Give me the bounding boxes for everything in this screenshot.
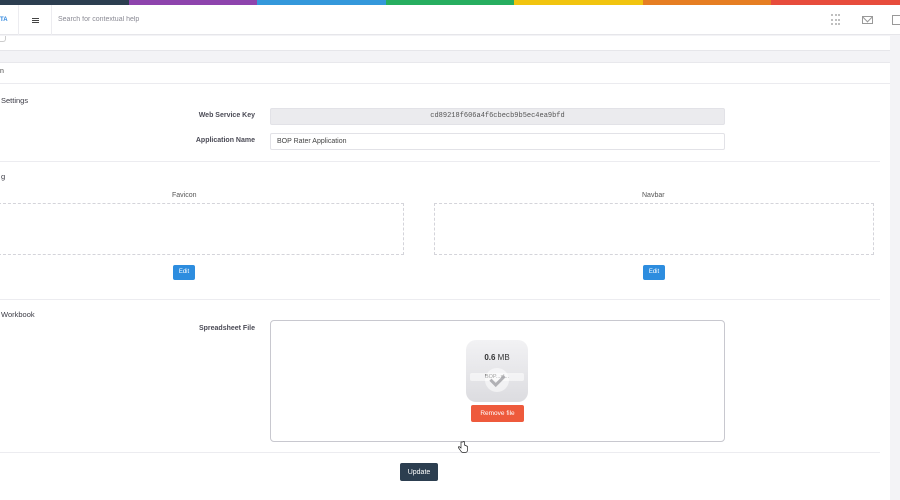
- edit-favicon-button[interactable]: Edit: [173, 265, 195, 280]
- file-preview: 0.6 MB BOP...xl...: [466, 340, 528, 402]
- file-size: 0.6 MB: [466, 353, 528, 362]
- brand-logo[interactable]: TA: [0, 5, 18, 35]
- menu-icon: [31, 19, 39, 21]
- apps-grid-icon[interactable]: [831, 14, 843, 26]
- divider: [0, 83, 890, 84]
- logout-icon[interactable]: [892, 15, 900, 25]
- web-service-key-field[interactable]: cd89218f606a4f6cbecb9b5ec4ea9bfd: [270, 108, 725, 125]
- hand-cursor-icon: [458, 441, 468, 453]
- edit-navbar-button[interactable]: Edit: [643, 265, 665, 280]
- update-button[interactable]: Update: [400, 463, 438, 481]
- divider: [0, 299, 880, 300]
- favicon-preview-box: [0, 203, 404, 255]
- remove-file-button[interactable]: Remove file: [471, 405, 524, 422]
- application-name-label: Application Name: [195, 137, 255, 144]
- section-title-settings: Settings: [1, 96, 29, 105]
- spreadsheet-file-label: Spreadsheet File: [198, 325, 255, 332]
- check-icon: [485, 368, 509, 392]
- divider: [0, 452, 880, 453]
- application-name-field[interactable]: BOP Rater Application: [270, 133, 725, 150]
- web-service-key-label: Web Service Key: [198, 112, 255, 119]
- top-header: TA: [0, 5, 900, 35]
- menu-toggle-button[interactable]: [18, 5, 52, 35]
- navbar-label: Navbar: [642, 192, 665, 199]
- favicon-label: Favicon: [172, 192, 197, 199]
- card-title: n: [0, 68, 4, 75]
- mail-icon[interactable]: [862, 16, 873, 24]
- section-title-workbook: Workbook: [1, 310, 35, 319]
- divider: [0, 161, 880, 162]
- file-size-unit: MB: [497, 353, 510, 362]
- contextual-help-search-input[interactable]: [58, 11, 358, 28]
- collapse-handle[interactable]: [0, 36, 6, 42]
- sub-header: [0, 36, 890, 51]
- navbar-preview-box: [434, 203, 874, 255]
- section-title-branding: g: [1, 172, 6, 181]
- file-size-number: 0.6: [484, 353, 496, 362]
